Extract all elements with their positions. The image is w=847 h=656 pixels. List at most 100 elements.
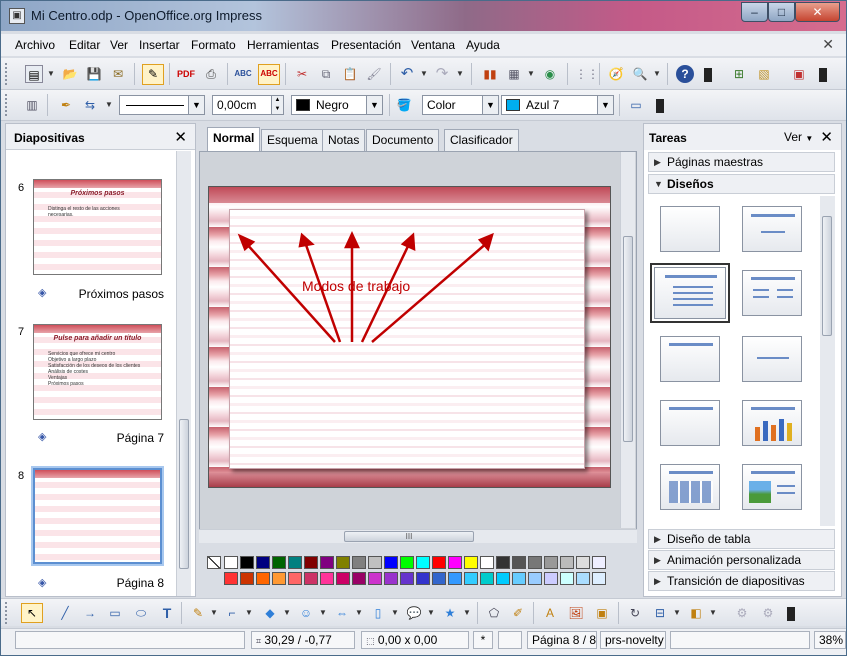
menu-archivo[interactable]: Archivo <box>15 38 55 52</box>
tasks-pane-close-button[interactable]: ✕ <box>820 128 833 146</box>
chart-icon[interactable]: ▮▮ <box>481 65 499 83</box>
color-swatch[interactable] <box>416 572 430 585</box>
menu-presentacion[interactable]: Presentación <box>331 38 401 52</box>
callouts-icon[interactable]: 💬 <box>405 604 423 622</box>
color-swatch[interactable] <box>288 556 302 569</box>
slide-layout-icon[interactable]: ▧ <box>755 65 773 83</box>
color-swatch[interactable] <box>224 556 238 569</box>
line-style-select[interactable]: ▼ <box>119 95 205 115</box>
tasks-view-menu[interactable]: Ver ▼ <box>784 130 813 144</box>
fill-color-dropdown-icon[interactable]: ▼ <box>597 96 613 114</box>
redo-icon[interactable]: ↷ <box>433 65 451 83</box>
layout-image-text[interactable] <box>742 464 802 510</box>
section-diseno-de-tabla[interactable]: ▶ Diseño de tabla <box>648 529 835 549</box>
layout-title-two-content[interactable] <box>742 270 802 316</box>
menu-herramientas[interactable]: Herramientas <box>247 38 319 52</box>
color-swatch[interactable] <box>400 556 414 569</box>
slides-pane-scrollbar[interactable] <box>176 151 191 596</box>
section-paginas-maestras[interactable]: ▶ Páginas maestras <box>648 152 835 172</box>
toolbar-grip[interactable] <box>5 602 9 624</box>
menu-ventana[interactable]: Ventana <box>411 38 455 52</box>
color-swatch[interactable] <box>336 556 350 569</box>
color-swatch[interactable] <box>464 556 478 569</box>
color-swatch[interactable] <box>272 572 286 585</box>
block-arrows-dropdown-icon[interactable]: ▼ <box>355 608 363 617</box>
color-swatch[interactable] <box>272 556 286 569</box>
section-disenos[interactable]: ▼ Diseños <box>648 174 835 194</box>
paste-icon[interactable]: 📋 <box>341 65 359 83</box>
zoom-icon[interactable]: 🔍 <box>631 65 649 83</box>
close-window-button[interactable]: ✕ <box>795 2 840 22</box>
undo-icon[interactable]: ↶ <box>398 65 416 83</box>
slides-pane-close-button[interactable]: ✕ <box>174 128 187 146</box>
save-icon[interactable]: 💾 <box>85 65 103 83</box>
color-swatch[interactable] <box>256 556 270 569</box>
arrow-style-icon[interactable]: ⇆ <box>81 96 99 114</box>
color-swatch[interactable] <box>400 572 414 585</box>
fill-bucket-icon[interactable]: 🪣 <box>395 96 413 114</box>
slide-canvas[interactable]: Modos de trabajo <box>199 151 637 537</box>
section-transicion-de-diapositivas[interactable]: ▶ Transición de diapositivas <box>648 571 835 591</box>
rectangle-tool-icon[interactable]: ▭ <box>106 604 124 622</box>
grid-icon[interactable]: ⋮⋮ <box>575 65 599 83</box>
slides-pane-scroll-thumb[interactable] <box>179 419 189 569</box>
color-swatch[interactable] <box>240 556 254 569</box>
table-icon[interactable]: ▦ <box>505 65 523 83</box>
fill-type-dropdown-icon[interactable]: ▼ <box>482 96 498 114</box>
copy-icon[interactable]: ⧉ <box>317 65 335 83</box>
layout-title-table[interactable] <box>660 464 720 510</box>
spellcheck-icon[interactable]: ABC <box>234 65 252 83</box>
color-swatch[interactable] <box>336 572 350 585</box>
new-slide-icon[interactable]: ⊞ <box>730 65 748 83</box>
curve-tool-icon[interactable]: ✎ <box>189 604 207 622</box>
help-icon[interactable]: ? <box>676 65 694 83</box>
color-swatch[interactable] <box>352 572 366 585</box>
color-swatch[interactable] <box>288 572 302 585</box>
line-color-dropdown-icon[interactable]: ▼ <box>366 96 382 114</box>
line-style-dropdown-icon[interactable]: ▼ <box>188 96 204 114</box>
print-icon[interactable]: ⎙ <box>202 65 220 83</box>
maximize-button[interactable]: □ <box>768 2 795 22</box>
line-tool-icon[interactable]: ╱ <box>56 604 74 622</box>
color-swatch[interactable] <box>512 572 526 585</box>
clone-format-icon[interactable]: 🖌 <box>365 65 383 83</box>
fontwork-icon[interactable]: A <box>541 604 559 622</box>
connector-tool-icon[interactable]: ⌐ <box>223 604 241 622</box>
callouts-dropdown-icon[interactable]: ▼ <box>427 608 435 617</box>
stars-dropdown-icon[interactable]: ▼ <box>463 608 471 617</box>
color-swatch[interactable] <box>256 572 270 585</box>
menu-ayuda[interactable]: Ayuda <box>466 38 500 52</box>
symbol-shapes-icon[interactable]: ☺ <box>297 604 315 622</box>
undo-dropdown-icon[interactable]: ▼ <box>420 69 428 78</box>
color-swatch[interactable] <box>368 572 382 585</box>
alignment-icon[interactable]: ⊟ <box>651 604 669 622</box>
arrange-icon[interactable]: ◧ <box>687 604 705 622</box>
tasks-pane-scrollbar[interactable] <box>820 196 835 526</box>
color-swatch[interactable] <box>592 572 606 585</box>
layout-title-content[interactable] <box>650 263 730 323</box>
impress-app-icon[interactable]: ▣ <box>9 8 25 24</box>
toolbar2-overflow-icon[interactable] <box>656 99 664 113</box>
display-mode-icon[interactable]: ▥ <box>23 96 41 114</box>
status-modified[interactable]: * <box>473 631 493 649</box>
color-swatch[interactable] <box>560 556 574 569</box>
color-swatch[interactable] <box>576 572 590 585</box>
color-swatch[interactable] <box>304 556 318 569</box>
color-swatch[interactable] <box>304 572 318 585</box>
no-fill-swatch[interactable] <box>207 556 221 569</box>
open-icon[interactable]: 📂 <box>61 65 79 83</box>
color-swatch[interactable] <box>432 556 446 569</box>
drawbar-overflow-icon[interactable] <box>787 607 795 621</box>
layout-title-object[interactable] <box>660 400 720 446</box>
color-swatch[interactable] <box>528 556 542 569</box>
color-swatch[interactable] <box>480 572 494 585</box>
color-swatch[interactable] <box>480 556 494 569</box>
menu-insertar[interactable]: Insertar <box>139 38 180 52</box>
line-color-select[interactable]: Negro ▼ <box>291 95 383 115</box>
layout-title-chart[interactable] <box>742 400 802 446</box>
color-swatch[interactable] <box>544 572 558 585</box>
block-arrows-icon[interactable]: ⇔ <box>333 604 351 622</box>
tasks-pane-scroll-thumb[interactable] <box>822 216 832 336</box>
line-width-field[interactable]: 0,00cm ▲ ▼ <box>212 95 284 115</box>
color-swatch[interactable] <box>560 572 574 585</box>
